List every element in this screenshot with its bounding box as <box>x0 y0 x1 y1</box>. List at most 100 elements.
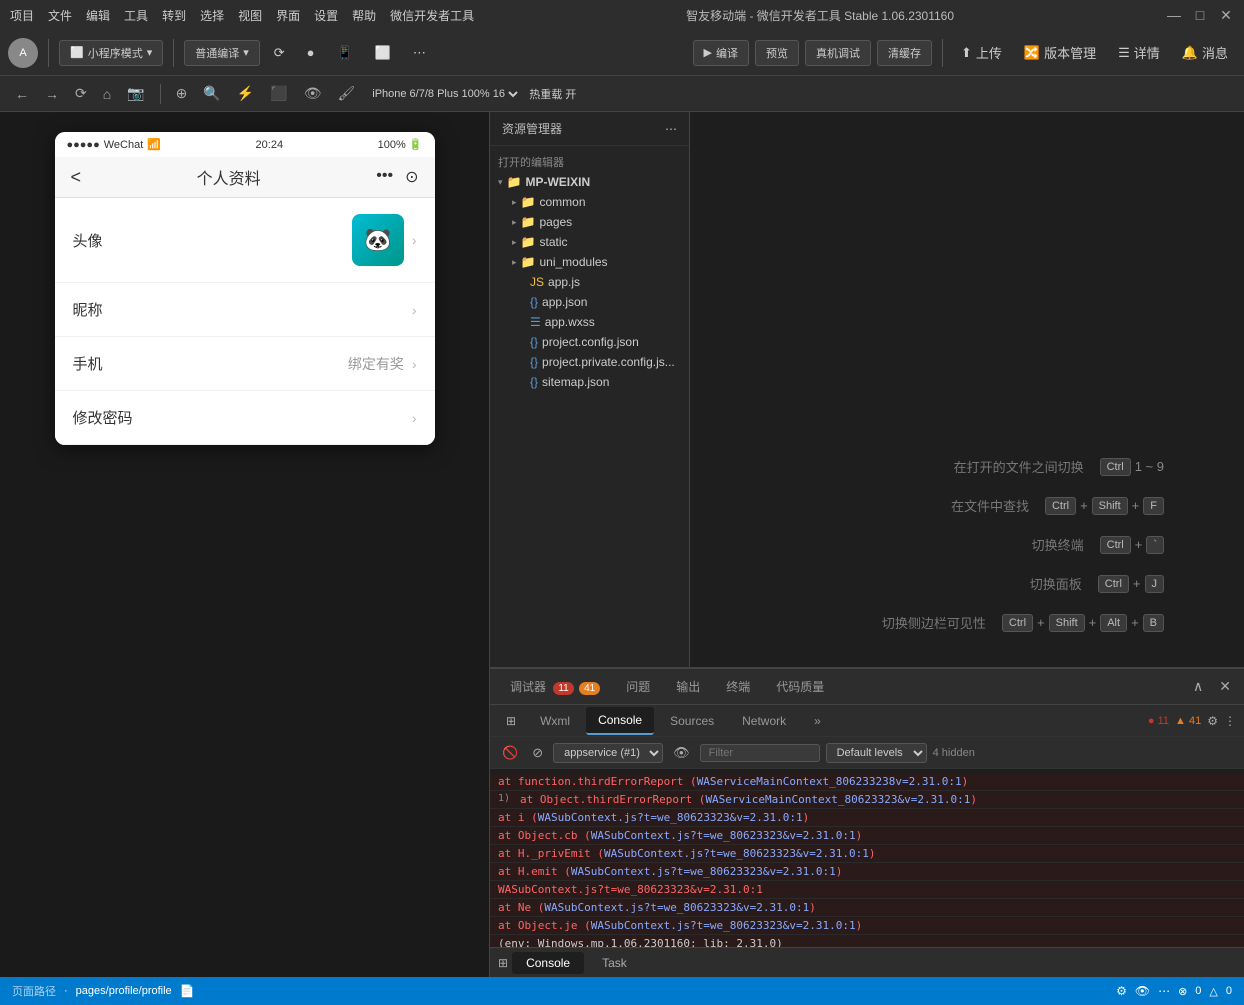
pause-on-exception-button[interactable]: ⊘ <box>528 743 547 763</box>
phone-row-password[interactable]: 修改密码 › <box>55 391 435 445</box>
version-button[interactable]: 🔀 版本管理 <box>1016 39 1104 66</box>
phone-back-button[interactable]: < <box>71 167 82 188</box>
menu-goto[interactable]: 转到 <box>162 7 186 24</box>
folder-pages[interactable]: ▸ 📁 pages <box>490 212 689 232</box>
status-eye-button[interactable]: 👁 <box>1135 984 1150 998</box>
compile-button[interactable]: ▶ 编译 <box>693 40 749 66</box>
devtools-close-button[interactable]: ✕ <box>1214 676 1236 697</box>
menu-file[interactable]: 文件 <box>48 7 72 24</box>
devtools-collapse-button[interactable]: ∧ <box>1188 676 1208 697</box>
brush-button[interactable]: 🖌 <box>332 83 360 104</box>
inner-tab-more[interactable]: » <box>802 708 833 734</box>
forward-history-button[interactable]: → <box>40 84 64 104</box>
window-controls[interactable]: — □ ✕ <box>1166 7 1234 23</box>
more-button[interactable]: ⋯ <box>405 41 434 65</box>
project-root[interactable]: ▾ 📁 MP-WEIXIN <box>490 172 689 192</box>
console-output[interactable]: at function.thirdErrorReport (WAServiceM… <box>490 769 1244 977</box>
menu-edit[interactable]: 编辑 <box>86 7 110 24</box>
filter-input[interactable] <box>700 744 820 762</box>
eye-button[interactable]: 👁 <box>299 83 327 104</box>
status-more-button[interactable]: ⋯ <box>1158 984 1170 998</box>
menu-select[interactable]: 选择 <box>200 7 224 24</box>
nav-dots-icon[interactable]: ••• <box>376 167 393 187</box>
script-button[interactable]: ⚡ <box>232 83 259 104</box>
clean-cache-button[interactable]: 清缓存 <box>877 40 932 66</box>
console-link-3[interactable]: WASubContext.js?t=we_80623323&v=2.31.0:1 <box>591 829 856 842</box>
file-explorer-more-icon[interactable]: ⋯ <box>665 122 677 136</box>
menu-wechat-devtools[interactable]: 微信开发者工具 <box>390 7 474 24</box>
console-link-5[interactable]: WASubContext.js?t=we_80623323&v=2.31.0:1 <box>571 865 836 878</box>
menu-project[interactable]: 项目 <box>10 7 34 24</box>
folder-common[interactable]: ▸ 📁 common <box>490 192 689 212</box>
status-settings-button[interactable]: ⚙ <box>1116 984 1127 998</box>
breadcrumb-file-icon[interactable]: 📄 <box>180 984 195 998</box>
compile-select-button[interactable]: 普通编译 ▾ <box>184 40 260 66</box>
reload-button[interactable]: ⟳ <box>70 83 92 104</box>
menu-help[interactable]: 帮助 <box>352 7 376 24</box>
inner-tab-sources[interactable]: Sources <box>658 708 726 734</box>
context-selector[interactable]: appservice (#1) <box>553 743 663 763</box>
back-history-button[interactable]: ← <box>10 84 34 104</box>
inner-tab-network[interactable]: Network <box>730 708 798 734</box>
file-app-js[interactable]: JS app.js <box>490 272 689 292</box>
upload-button[interactable]: ⬆ 上传 <box>953 39 1010 66</box>
menu-view[interactable]: 视图 <box>238 7 262 24</box>
bottom-panel-icon-button[interactable]: ⊞ <box>498 956 508 970</box>
device-selector[interactable]: iPhone 6/7/8 Plus 100% 16 <box>368 87 521 101</box>
panel-dots-button[interactable]: ⋮ <box>1224 714 1236 728</box>
bottom-tab-console[interactable]: Console <box>512 952 584 974</box>
tab-terminal[interactable]: 终端 <box>714 672 762 701</box>
tab-debugger[interactable]: 调试器 11 41 <box>498 672 612 701</box>
minimize-button[interactable]: — <box>1166 7 1182 23</box>
eye-toggle-button[interactable]: 👁 <box>669 743 694 763</box>
console-link-4[interactable]: WASubContext.js?t=we_80623323&v=2.31.0:1 <box>604 847 869 860</box>
phone-row-avatar[interactable]: 头像 🐼 › <box>55 198 435 283</box>
console-link-2[interactable]: WASubContext.js?t=we_80623323&v=2.31.0:1 <box>538 811 803 824</box>
menu-interface[interactable]: 界面 <box>276 7 300 24</box>
close-button[interactable]: ✕ <box>1218 7 1234 23</box>
console-link-8[interactable]: WASubContext.js?t=we_80623323&v=2.31.0:1 <box>591 919 856 932</box>
search-button[interactable]: 🔍 <box>198 83 225 104</box>
inner-tab-side-button[interactable]: ⊞ <box>498 710 524 732</box>
home-button[interactable]: ⌂ <box>98 84 116 104</box>
console-link-0[interactable]: WAServiceMainContext_806233238v=2.31.0:1 <box>697 775 962 788</box>
log-level-selector[interactable]: Default levels <box>826 743 927 763</box>
layout-button[interactable]: ⬛ <box>265 83 292 104</box>
folder-uni-modules[interactable]: ▸ 📁 uni_modules <box>490 252 689 272</box>
nav-target-icon[interactable]: ⊙ <box>405 167 418 187</box>
bottom-tab-task[interactable]: Task <box>588 952 641 974</box>
file-app-json[interactable]: {} app.json <box>490 292 689 312</box>
preview-button[interactable]: 预览 <box>755 40 799 66</box>
simulate-button[interactable]: ⬜ 小程序模式 ▾ <box>59 40 163 66</box>
page-button[interactable]: ⬜ <box>367 41 399 65</box>
inner-tab-console[interactable]: Console <box>586 707 654 735</box>
file-app-wxss[interactable]: ☰ app.wxss <box>490 312 689 332</box>
menu-bar[interactable]: 项目 文件 编辑 工具 转到 选择 视图 界面 设置 帮助 微信开发者工具 <box>10 7 474 24</box>
menu-tool[interactable]: 工具 <box>124 7 148 24</box>
file-project-config[interactable]: {} project.config.json <box>490 332 689 352</box>
file-project-private[interactable]: {} project.private.config.js... <box>490 352 689 372</box>
file-sitemap[interactable]: {} sitemap.json <box>490 372 689 392</box>
console-link-1[interactable]: WAServiceMainContext_80623323&v=2.31.0:1 <box>705 793 970 806</box>
tab-output[interactable]: 输出 <box>664 672 712 701</box>
hotreload-button[interactable]: 热重载 开 <box>529 86 576 102</box>
settings-gear-button[interactable]: ⚙ <box>1207 714 1218 728</box>
inner-tab-wxml[interactable]: Wxml <box>528 708 582 734</box>
console-link-7[interactable]: WASubContext.js?t=we_80623323&v=2.31.0:1 <box>544 901 809 914</box>
avatar-button[interactable]: A <box>8 38 38 68</box>
menu-settings[interactable]: 设置 <box>314 7 338 24</box>
folder-static[interactable]: ▸ 📁 static <box>490 232 689 252</box>
refresh-button[interactable]: ⟳ <box>266 41 293 65</box>
clear-console-button[interactable]: 🚫 <box>498 743 522 763</box>
screenshot-button[interactable]: 📷 <box>122 83 149 104</box>
phone-row-nickname[interactable]: 昵称 › <box>55 283 435 337</box>
new-page-button[interactable]: ⊕ <box>171 83 193 104</box>
message-button[interactable]: 🔔 消息 <box>1174 39 1236 66</box>
record-button[interactable]: ● <box>299 41 323 64</box>
detail-button[interactable]: ☰ 详情 <box>1110 39 1168 66</box>
tab-code-quality[interactable]: 代码质量 <box>764 672 836 701</box>
tab-issues[interactable]: 问题 <box>614 672 662 701</box>
phone-row-phone[interactable]: 手机 绑定有奖 › <box>55 337 435 391</box>
real-device-button[interactable]: 真机调试 <box>805 40 871 66</box>
maximize-button[interactable]: □ <box>1192 7 1208 23</box>
